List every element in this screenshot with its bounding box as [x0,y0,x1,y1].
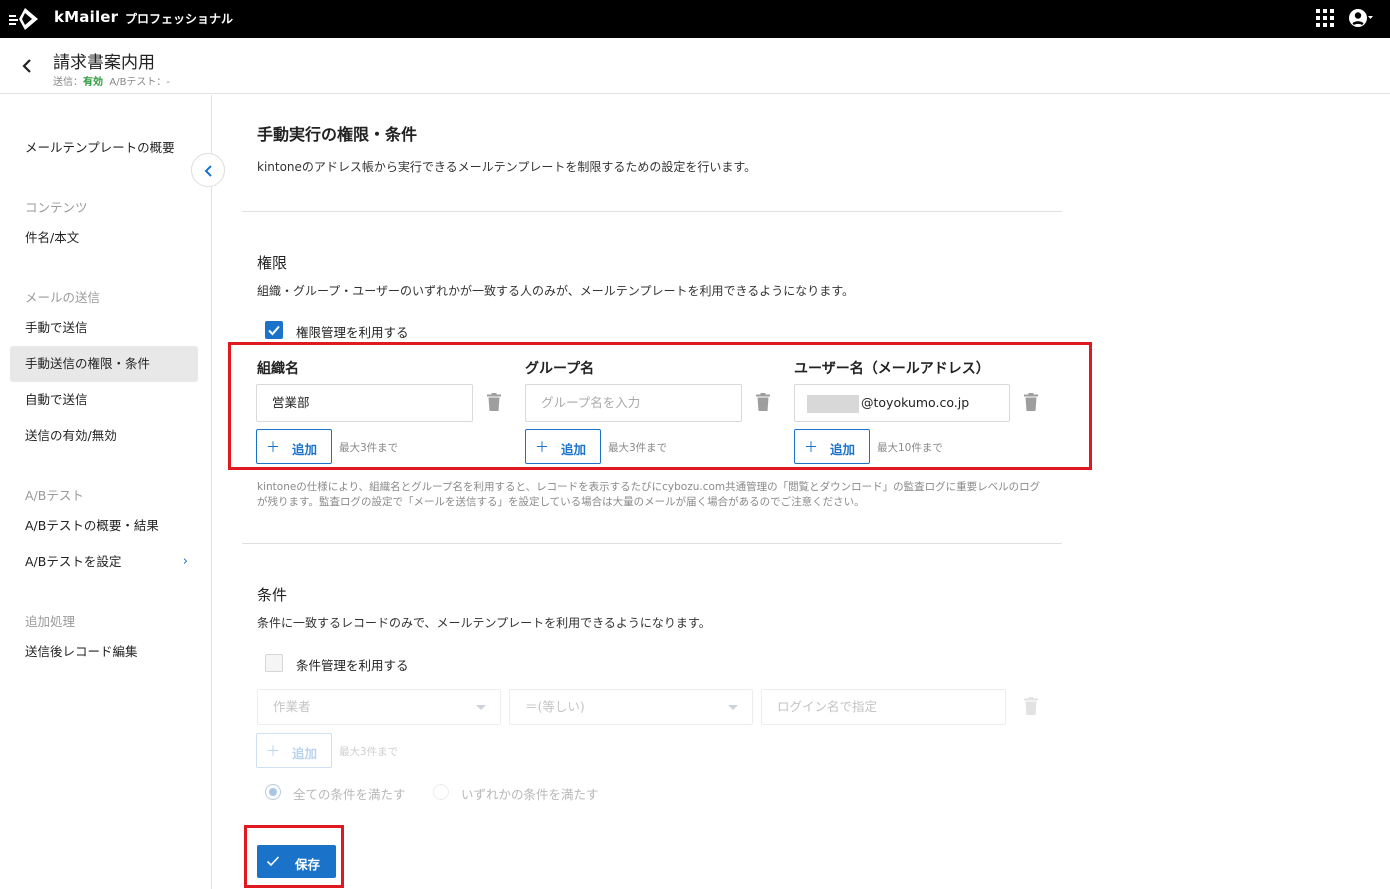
group-name-input[interactable] [541,395,741,410]
radio-all-label: 全ての条件を満たす [293,787,406,802]
ab-test-status: A/Bテスト：- [109,77,171,88]
org-add-button[interactable]: ＋ 追加 [256,429,332,464]
sidebar-group-post: 追加処理 [25,614,76,629]
group-max-note: 最大3件まで [608,442,668,454]
conditions-checkbox-label: 条件管理を利用する [296,658,409,673]
sidebar-group-ab: A/Bテスト [25,488,84,503]
plus-icon: ＋ [535,440,549,456]
plus-icon: ＋ [266,744,280,760]
divider [242,211,1062,212]
page-header: 請求書案内用 送信：有効 A/Bテスト：- [0,38,1390,94]
user-add-button[interactable]: ＋ 追加 [794,429,870,464]
save-label: 保存 [295,857,321,872]
check-icon [268,325,280,336]
org-name-value: 営業部 [272,395,310,410]
group-delete-trash-icon[interactable] [756,393,770,411]
conditions-checkbox[interactable] [265,654,283,672]
condition-add-label: 追加 [292,746,318,761]
sidebar-item-auto-send[interactable]: 自動で送信 [10,382,198,418]
user-max-note: 最大10件まで [877,442,943,454]
radio-all-conditions[interactable] [265,784,281,800]
brand-name: kMailer [54,8,119,26]
conditions-description: 条件に一致するレコードのみで、メールテンプレートを利用できるようになります。 [257,616,711,630]
permissions-description: 組織・グループ・ユーザーのいずれかが一致する人のみが、メールテンプレートを利用で… [257,284,855,298]
condition-value-field[interactable]: ログイン名で指定 [761,689,1006,725]
caret-down-icon [728,705,738,710]
user-email-field[interactable]: @toyokumo.co.jp [794,384,1010,422]
chevron-right-icon: › [182,554,188,569]
caret-down-icon [476,705,486,710]
redacted-mask [807,394,859,413]
permissions-checkbox-label: 権限管理を利用する [296,325,409,340]
radio-any-condition[interactable] [433,784,449,800]
sidebar-collapse-button[interactable] [191,153,225,187]
back-arrow-icon[interactable] [20,58,34,74]
org-add-label: 追加 [292,442,318,457]
conditions-heading: 条件 [257,586,288,604]
save-button[interactable]: 保存 [257,845,336,878]
check-icon [266,856,280,867]
app-grid-icon[interactable] [1316,9,1334,27]
user-add-label: 追加 [830,442,856,457]
top-bar: kMailer プロフェッショナル [0,0,1390,38]
sidebar-item-post-edit[interactable]: 送信後レコード編集 [10,634,198,670]
condition-field-select[interactable]: 作業者 [257,689,501,725]
condition-operator-select[interactable]: ＝(等しい) [509,689,753,725]
sidebar-item-manual-permissions[interactable]: 手動送信の権限・条件 [10,346,198,382]
status-value: 有効 [83,77,103,88]
org-column-header: 組織名 [257,361,299,377]
org-name-field[interactable]: 営業部 [256,384,473,422]
template-status: 送信：有効 A/Bテスト：- [53,73,170,88]
permissions-heading: 権限 [257,254,288,272]
plus-icon: ＋ [266,440,280,456]
divider [242,543,1062,544]
permissions-checkbox[interactable] [265,321,283,339]
condition-max-note: 最大3件まで [339,746,399,758]
radio-any-label: いずれかの条件を満たす [461,787,599,802]
condition-operator-value: ＝(等しい) [525,699,585,714]
group-add-label: 追加 [561,442,587,457]
group-add-button[interactable]: ＋ 追加 [525,429,601,464]
sidebar-item-ab-settings[interactable]: A/Bテストを設定 › [10,544,198,580]
group-column-header: グループ名 [525,361,595,377]
user-column-header: ユーザー名（メールアドレス） [794,361,990,377]
status-label: 送信： [53,77,83,88]
sidebar: メールテンプレートの概要 コンテンツ 件名/本文 メールの送信 手動で送信 手動… [0,95,212,889]
group-name-field[interactable] [525,384,742,422]
audit-log-note: kintoneの仕様により、組織名とグループ名を利用すると、レコードを表示するた… [257,481,1041,508]
user-delete-trash-icon[interactable] [1024,393,1038,411]
edition-label: プロフェッショナル [125,12,234,26]
kmailer-logo-icon [9,8,38,30]
chevron-left-icon [204,165,212,177]
sidebar-item-send-toggle[interactable]: 送信の有効/無効 [10,418,198,454]
sidebar-item-overview[interactable]: メールテンプレートの概要 [10,130,198,166]
main-content: 手動実行の権限・条件 kintoneのアドレス帳から実行できるメールテンプレート… [213,95,1390,889]
plus-icon: ＋ [804,440,818,456]
sidebar-item-subject-body[interactable]: 件名/本文 [10,220,198,256]
condition-value-placeholder: ログイン名で指定 [777,699,878,714]
sidebar-item-manual-send[interactable]: 手動で送信 [10,310,198,346]
condition-field-value: 作業者 [273,699,311,714]
org-max-note: 最大3件まで [339,442,399,454]
condition-delete-trash-icon[interactable] [1024,697,1038,715]
sidebar-group-contents: コンテンツ [25,200,88,215]
page-title: 請求書案内用 [53,53,155,73]
section-title: 手動実行の権限・条件 [257,125,418,144]
sidebar-item-label: A/Bテストを設定 [25,554,122,569]
user-email-value: @toyokumo.co.jp [861,395,970,410]
section-description: kintoneのアドレス帳から実行できるメールテンプレートを制限するための設定を… [257,160,757,174]
account-icon[interactable] [1349,7,1373,29]
sidebar-item-ab-overview[interactable]: A/Bテストの概要・結果 [10,508,198,544]
sidebar-group-send: メールの送信 [25,290,101,305]
condition-add-button[interactable]: ＋ 追加 [256,733,332,768]
org-delete-trash-icon[interactable] [487,393,501,411]
